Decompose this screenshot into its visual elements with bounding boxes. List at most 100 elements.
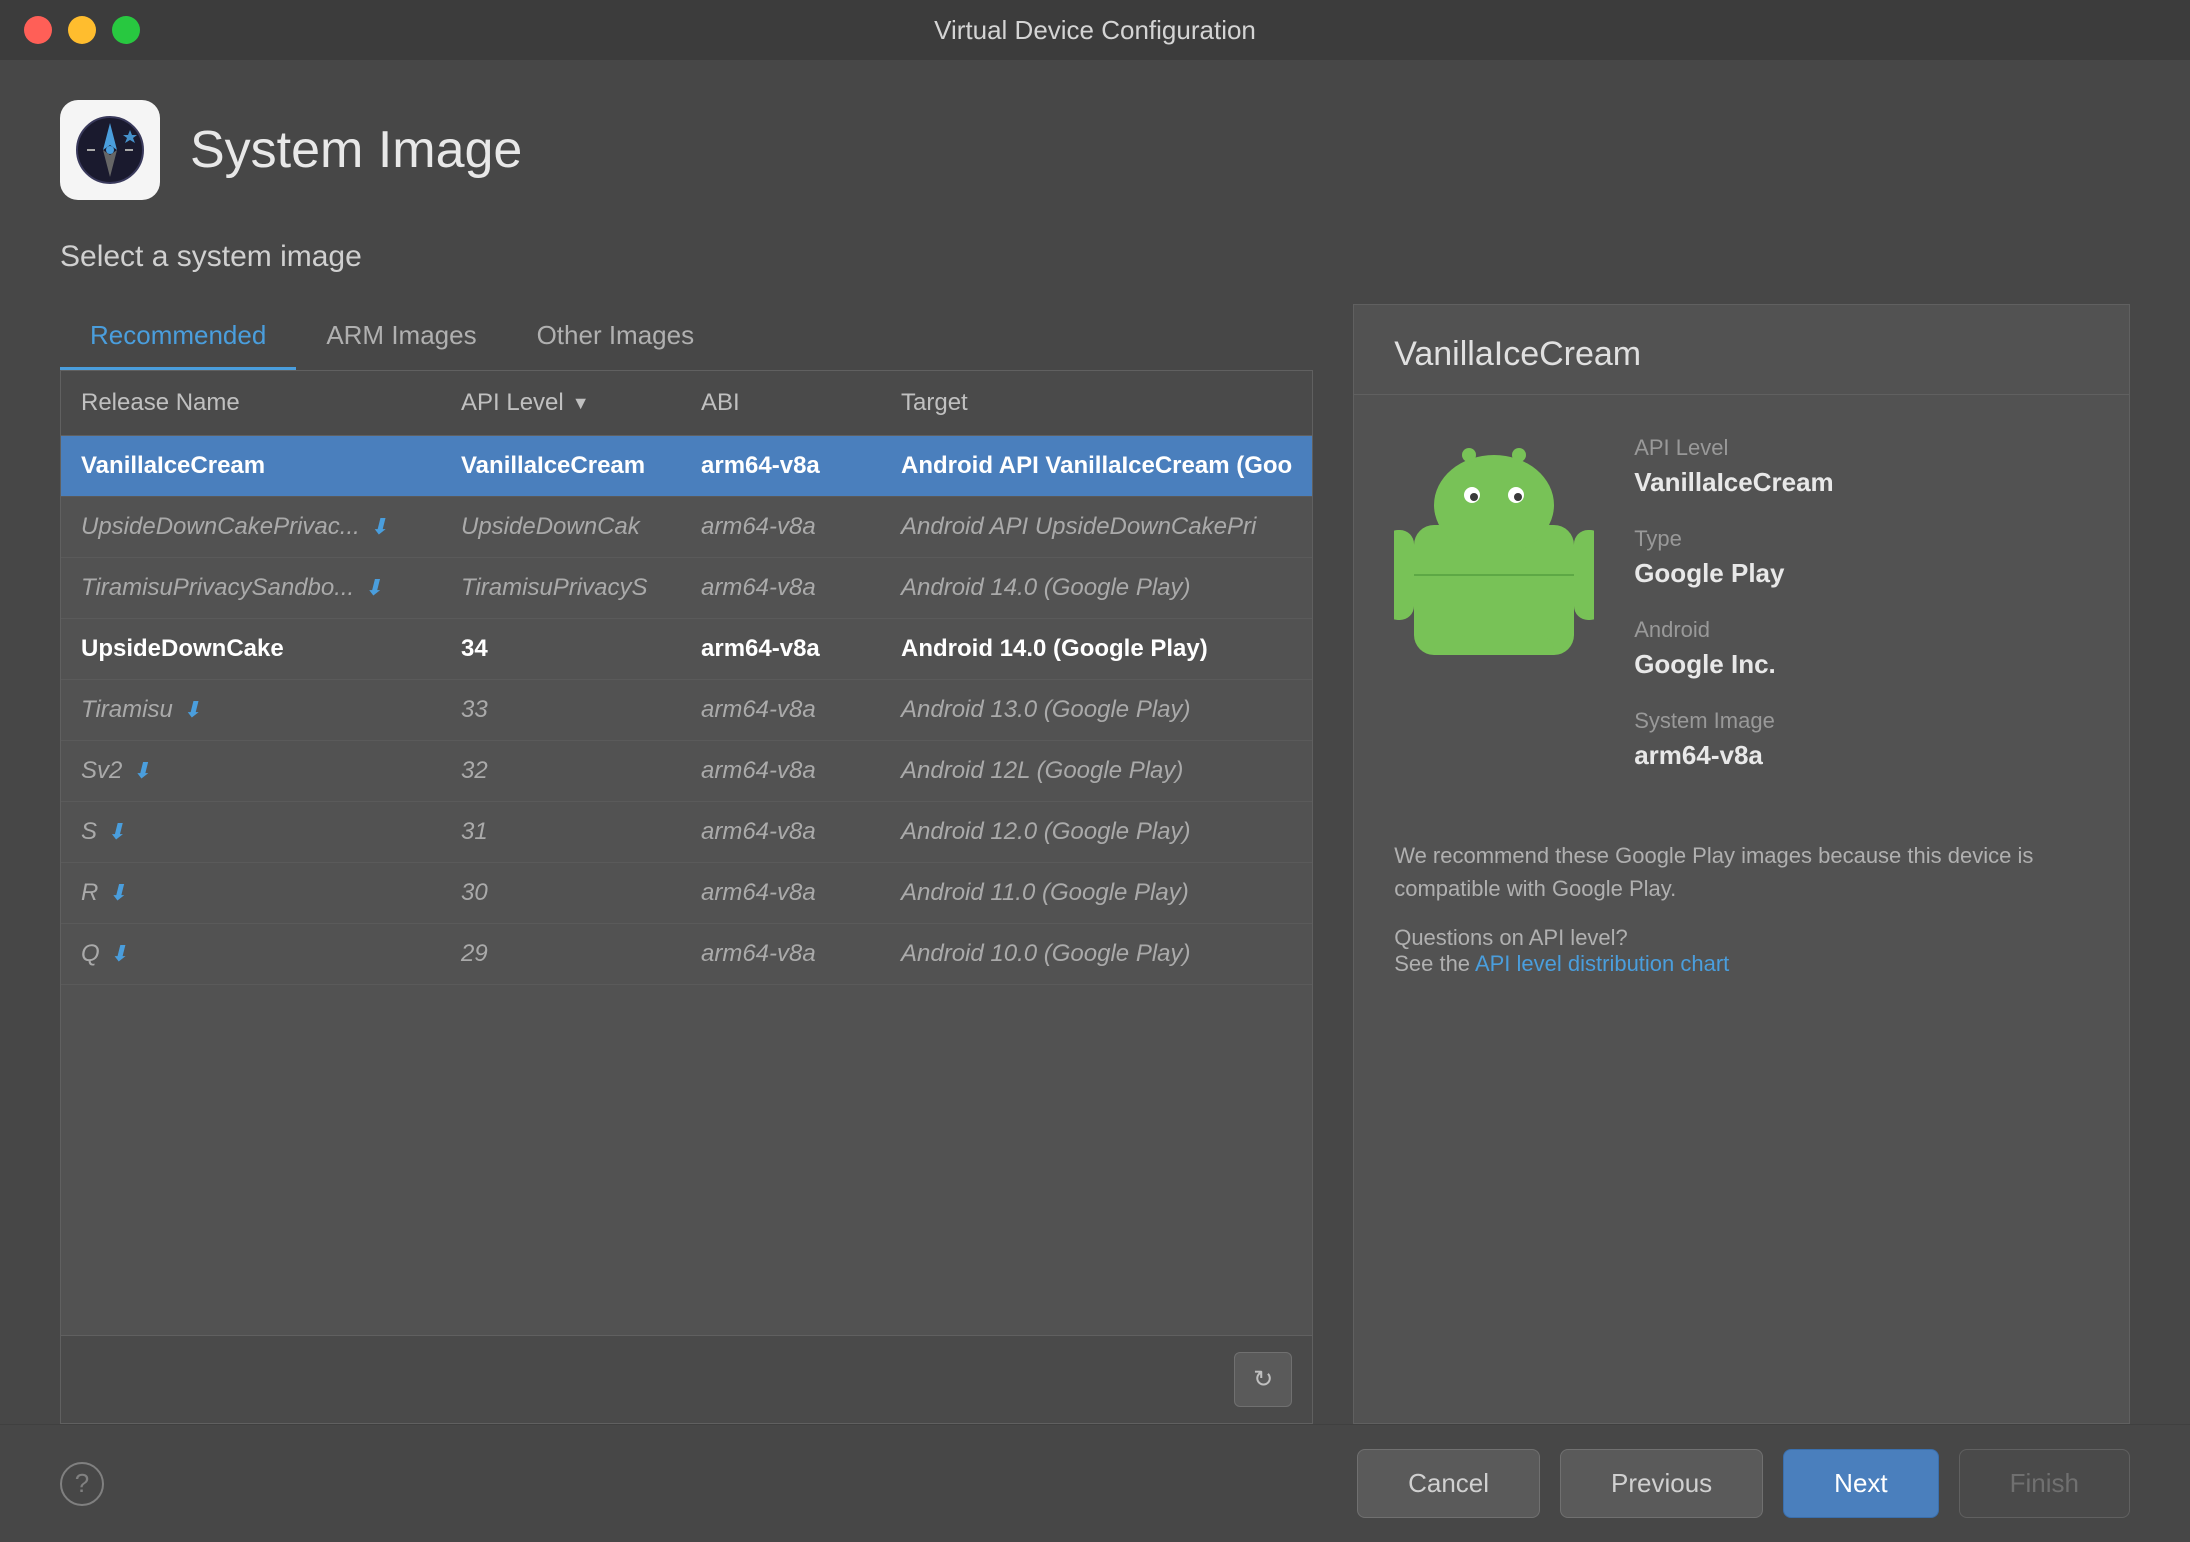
abi-cell: arm64-v8a [681,619,881,679]
table-row[interactable]: VanillaIceCream VanillaIceCream arm64-v8… [61,436,1312,497]
table-footer: ↻ [61,1335,1312,1423]
download-icon[interactable]: ⬇ [370,514,396,540]
footer: ? Cancel Previous Next Finish [0,1424,2190,1542]
table-row[interactable]: UpsideDownCakePrivac... ⬇ UpsideDownCak … [61,497,1312,558]
abi-cell: arm64-v8a [681,680,881,740]
tab-other-images[interactable]: Other Images [507,304,725,370]
target-cell: Android 12L (Google Play) [881,741,1312,801]
release-name-cell: UpsideDownCakePrivac... ⬇ [61,497,441,557]
close-button[interactable] [24,16,52,44]
android-group: Android Google Inc. [1634,617,2089,680]
api-see-text: See the [1394,951,1475,976]
tabs: Recommended ARM Images Other Images [60,304,1313,370]
api-level-value: VanillaIceCream [1634,467,2089,498]
col-header-target: Target [881,371,1312,435]
col-header-release: Release Name [61,371,441,435]
api-question: Questions on API level? See the API leve… [1354,925,2129,1007]
tab-arm-images[interactable]: ARM Images [296,304,506,370]
api-level-label: API Level [1634,435,2089,461]
android-value: Google Inc. [1634,649,2089,680]
sort-icon: ▼ [572,393,590,414]
content-area: Recommended ARM Images Other Images Rele… [60,304,2130,1424]
left-panel: Recommended ARM Images Other Images Rele… [60,304,1313,1424]
api-level-cell: 32 [441,741,681,801]
android-label: Android [1634,617,2089,643]
refresh-button[interactable]: ↻ [1234,1352,1292,1407]
right-panel-body: API Level VanillaIceCream Type Google Pl… [1354,395,2129,839]
app-icon [60,100,160,200]
release-name-cell: Tiramisu ⬇ [61,680,441,740]
target-cell: Android 13.0 (Google Play) [881,680,1312,740]
release-name-cell: VanillaIceCream [61,436,441,496]
tab-recommended[interactable]: Recommended [60,304,296,370]
section-label: Select a system image [60,240,2130,274]
type-label: Type [1634,526,2089,552]
abi-cell: arm64-v8a [681,863,881,923]
minimize-button[interactable] [68,16,96,44]
download-icon[interactable]: ⬇ [132,758,158,784]
previous-button[interactable]: Previous [1560,1449,1763,1518]
cancel-button[interactable]: Cancel [1357,1449,1540,1518]
table-row[interactable]: UpsideDownCake 34 arm64-v8a Android 14.0… [61,619,1312,680]
header-section: System Image [60,100,2130,200]
finish-button: Finish [1959,1449,2130,1518]
help-button[interactable]: ? [60,1462,104,1506]
api-level-cell: 31 [441,802,681,862]
release-name-cell: S ⬇ [61,802,441,862]
image-details: API Level VanillaIceCream Type Google Pl… [1634,435,2089,799]
api-level-cell: 34 [441,619,681,679]
table-row[interactable]: R ⬇ 30 arm64-v8a Android 11.0 (Google Pl… [61,863,1312,924]
system-image-table: Release Name API Level ▼ ABI Target [60,370,1313,1424]
window-title: Virtual Device Configuration [934,15,1256,46]
release-name-cell: UpsideDownCake [61,619,441,679]
target-cell: Android API UpsideDownCakePri [881,497,1312,557]
abi-cell: arm64-v8a [681,924,881,984]
target-cell: Android 10.0 (Google Play) [881,924,1312,984]
download-icon[interactable]: ⬇ [183,697,209,723]
api-level-cell: UpsideDownCak [441,497,681,557]
table-row[interactable]: Q ⬇ 29 arm64-v8a Android 10.0 (Google Pl… [61,924,1312,985]
title-bar: Virtual Device Configuration [0,0,2190,60]
system-image-label: System Image [1634,708,2089,734]
api-link[interactable]: API level distribution chart [1475,951,1729,976]
page-title: System Image [190,120,522,180]
release-name-cell: R ⬇ [61,863,441,923]
maximize-button[interactable] [112,16,140,44]
footer-buttons: Cancel Previous Next Finish [1357,1449,2130,1518]
abi-cell: arm64-v8a [681,802,881,862]
next-button[interactable]: Next [1783,1449,1938,1518]
target-cell: Android API VanillaIceCream (Goo [881,436,1312,496]
col-header-api[interactable]: API Level ▼ [441,371,681,435]
target-cell: Android 11.0 (Google Play) [881,863,1312,923]
selected-image-title: VanillaIceCream [1354,305,2129,395]
android-mascot [1394,435,1594,660]
abi-cell: arm64-v8a [681,497,881,557]
download-icon[interactable]: ⬇ [108,880,134,906]
abi-cell: arm64-v8a [681,558,881,618]
target-cell: Android 12.0 (Google Play) [881,802,1312,862]
table-row[interactable]: Sv2 ⬇ 32 arm64-v8a Android 12L (Google P… [61,741,1312,802]
abi-cell: arm64-v8a [681,741,881,801]
table-row[interactable]: Tiramisu ⬇ 33 arm64-v8a Android 13.0 (Go… [61,680,1312,741]
system-image-value: arm64-v8a [1634,740,2089,771]
download-icon[interactable]: ⬇ [110,941,136,967]
api-level-cell: TiramisuPrivacyS [441,558,681,618]
api-level-cell: 30 [441,863,681,923]
type-group: Type Google Play [1634,526,2089,589]
abi-cell: arm64-v8a [681,436,881,496]
traffic-lights[interactable] [24,16,140,44]
col-header-abi: ABI [681,371,881,435]
main-content: System Image Select a system image Recom… [0,60,2190,1424]
table-row[interactable]: TiramisuPrivacySandbo... ⬇ TiramisuPriva… [61,558,1312,619]
release-name-cell: TiramisuPrivacySandbo... ⬇ [61,558,441,618]
api-level-cell: 29 [441,924,681,984]
download-icon[interactable]: ⬇ [107,819,133,845]
api-level-cell: VanillaIceCream [441,436,681,496]
api-level-cell: 33 [441,680,681,740]
table-row[interactable]: S ⬇ 31 arm64-v8a Android 12.0 (Google Pl… [61,802,1312,863]
table-header: Release Name API Level ▼ ABI Target [61,371,1312,436]
download-icon[interactable]: ⬇ [364,575,390,601]
release-name-cell: Q ⬇ [61,924,441,984]
release-name-cell: Sv2 ⬇ [61,741,441,801]
table-body: VanillaIceCream VanillaIceCream arm64-v8… [61,436,1312,1335]
